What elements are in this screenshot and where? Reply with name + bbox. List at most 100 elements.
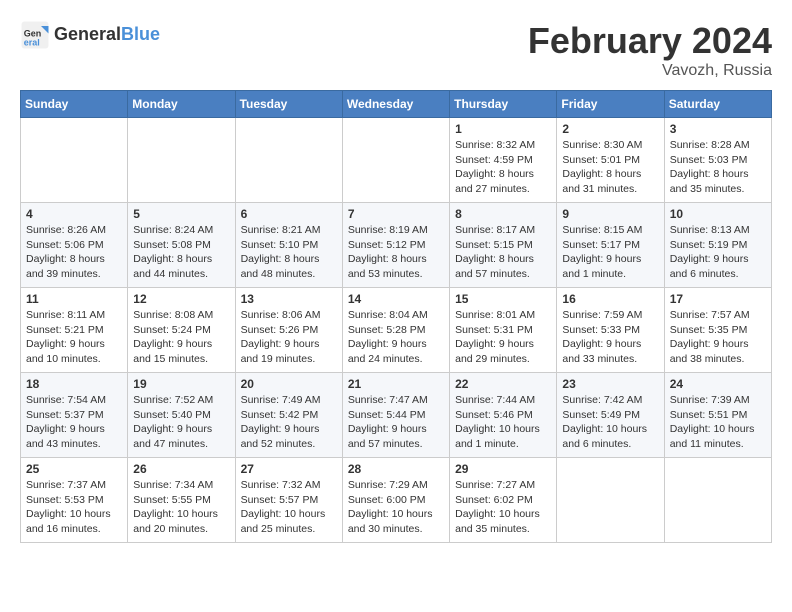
day-number: 6 xyxy=(241,207,337,221)
calendar-cell: 18Sunrise: 7:54 AM Sunset: 5:37 PM Dayli… xyxy=(21,373,128,458)
day-info: Sunrise: 8:11 AM Sunset: 5:21 PM Dayligh… xyxy=(26,308,122,367)
day-number: 29 xyxy=(455,462,551,476)
calendar-cell xyxy=(128,118,235,203)
week-row-5: 25 Sunrise: 7:37 AM Sunset: 5:53 PM Dayli… xyxy=(21,458,772,543)
calendar-table: SundayMondayTuesdayWednesdayThursdayFrid… xyxy=(20,90,772,543)
day-info: Sunrise: 8:01 AM Sunset: 5:31 PM Dayligh… xyxy=(455,308,551,367)
weekday-header-friday: Friday xyxy=(557,91,664,118)
day-number: 15 xyxy=(455,292,551,306)
calendar-cell: 15 Sunrise: 8:01 AM Sunset: 5:31 PM Dayli… xyxy=(450,288,557,373)
day-info: Sunrise: 8:26 AM Sunset: 5:06 PM Dayligh… xyxy=(26,223,122,282)
calendar-cell: 23 Sunrise: 7:42 AM Sunset: 5:49 PM Dayli… xyxy=(557,373,664,458)
calendar-cell: 16 Sunrise: 7:59 AM Sunset: 5:33 PM Dayli… xyxy=(557,288,664,373)
calendar-cell: 7 Sunrise: 8:19 AM Sunset: 5:12 PM Daylig… xyxy=(342,203,449,288)
day-number: 24 xyxy=(670,377,766,391)
calendar-cell: 10 Sunrise: 8:13 AM Sunset: 5:19 PM Dayli… xyxy=(664,203,771,288)
day-number: 21 xyxy=(348,377,444,391)
day-number: 17 xyxy=(670,292,766,306)
day-info: Sunrise: 7:44 AM Sunset: 5:46 PM Dayligh… xyxy=(455,393,551,452)
day-info: Sunrise: 8:19 AM Sunset: 5:12 PM Dayligh… xyxy=(348,223,444,282)
day-info: Sunrise: 8:30 AM Sunset: 5:01 PM Dayligh… xyxy=(562,138,658,197)
logo-text-general: General xyxy=(54,24,121,44)
day-info: Sunrise: 7:49 AM Sunset: 5:42 PM Dayligh… xyxy=(241,393,337,452)
svg-text:eral: eral xyxy=(24,38,40,48)
weekday-header-saturday: Saturday xyxy=(664,91,771,118)
weekday-header-sunday: Sunday xyxy=(21,91,128,118)
day-number: 27 xyxy=(241,462,337,476)
calendar-title: February 2024 xyxy=(528,20,772,62)
day-number: 3 xyxy=(670,122,766,136)
day-number: 4 xyxy=(26,207,122,221)
calendar-cell: 21 Sunrise: 7:47 AM Sunset: 5:44 PM Dayli… xyxy=(342,373,449,458)
day-number: 20 xyxy=(241,377,337,391)
day-number: 19 xyxy=(133,377,229,391)
calendar-subtitle: Vavozh, Russia xyxy=(528,62,772,80)
week-row-3: 11 Sunrise: 8:11 AM Sunset: 5:21 PM Dayli… xyxy=(21,288,772,373)
day-info: Sunrise: 8:13 AM Sunset: 5:19 PM Dayligh… xyxy=(670,223,766,282)
day-number: 2 xyxy=(562,122,658,136)
calendar-cell xyxy=(557,458,664,543)
calendar-cell: 26 Sunrise: 7:34 AM Sunset: 5:55 PM Dayli… xyxy=(128,458,235,543)
calendar-cell xyxy=(664,458,771,543)
day-info: Sunrise: 8:24 AM Sunset: 5:08 PM Dayligh… xyxy=(133,223,229,282)
calendar-cell: 14 Sunrise: 8:04 AM Sunset: 5:28 PM Dayli… xyxy=(342,288,449,373)
day-info: Sunrise: 7:42 AM Sunset: 5:49 PM Dayligh… xyxy=(562,393,658,452)
calendar-cell xyxy=(235,118,342,203)
day-number: 1 xyxy=(455,122,551,136)
logo-text-blue: Blue xyxy=(121,24,160,44)
day-info: Sunrise: 7:34 AM Sunset: 5:55 PM Dayligh… xyxy=(133,478,229,537)
day-number: 25 xyxy=(26,462,122,476)
day-number: 22 xyxy=(455,377,551,391)
calendar-cell: 22 Sunrise: 7:44 AM Sunset: 5:46 PM Dayli… xyxy=(450,373,557,458)
calendar-cell: 1 Sunrise: 8:32 AM Sunset: 4:59 PM Daylig… xyxy=(450,118,557,203)
calendar-cell: 17Sunrise: 7:57 AM Sunset: 5:35 PM Dayli… xyxy=(664,288,771,373)
day-info: Sunrise: 7:47 AM Sunset: 5:44 PM Dayligh… xyxy=(348,393,444,452)
day-info: Sunrise: 7:52 AM Sunset: 5:40 PM Dayligh… xyxy=(133,393,229,452)
week-row-4: 18Sunrise: 7:54 AM Sunset: 5:37 PM Dayli… xyxy=(21,373,772,458)
page-header: Gen eral GeneralBlue February 2024 Vavoz… xyxy=(20,20,772,80)
day-info: Sunrise: 8:04 AM Sunset: 5:28 PM Dayligh… xyxy=(348,308,444,367)
day-number: 11 xyxy=(26,292,122,306)
day-info: Sunrise: 7:29 AM Sunset: 6:00 PM Dayligh… xyxy=(348,478,444,537)
calendar-cell: 2 Sunrise: 8:30 AM Sunset: 5:01 PM Daylig… xyxy=(557,118,664,203)
day-number: 26 xyxy=(133,462,229,476)
day-number: 10 xyxy=(670,207,766,221)
day-info: Sunrise: 8:08 AM Sunset: 5:24 PM Dayligh… xyxy=(133,308,229,367)
weekday-header-monday: Monday xyxy=(128,91,235,118)
calendar-cell: 12 Sunrise: 8:08 AM Sunset: 5:24 PM Dayli… xyxy=(128,288,235,373)
day-number: 9 xyxy=(562,207,658,221)
week-row-2: 4 Sunrise: 8:26 AM Sunset: 5:06 PM Daylig… xyxy=(21,203,772,288)
calendar-cell: 5 Sunrise: 8:24 AM Sunset: 5:08 PM Daylig… xyxy=(128,203,235,288)
day-number: 28 xyxy=(348,462,444,476)
calendar-cell: 25 Sunrise: 7:37 AM Sunset: 5:53 PM Dayli… xyxy=(21,458,128,543)
calendar-cell: 11 Sunrise: 8:11 AM Sunset: 5:21 PM Dayli… xyxy=(21,288,128,373)
calendar-cell: 28 Sunrise: 7:29 AM Sunset: 6:00 PM Dayli… xyxy=(342,458,449,543)
calendar-cell: 24 Sunrise: 7:39 AM Sunset: 5:51 PM Dayli… xyxy=(664,373,771,458)
day-number: 18 xyxy=(26,377,122,391)
day-number: 23 xyxy=(562,377,658,391)
day-info: Sunrise: 8:06 AM Sunset: 5:26 PM Dayligh… xyxy=(241,308,337,367)
day-info: Sunrise: 7:59 AM Sunset: 5:33 PM Dayligh… xyxy=(562,308,658,367)
weekday-header-thursday: Thursday xyxy=(450,91,557,118)
day-info: Sunrise: 8:21 AM Sunset: 5:10 PM Dayligh… xyxy=(241,223,337,282)
day-info: Sunrise: 7:32 AM Sunset: 5:57 PM Dayligh… xyxy=(241,478,337,537)
day-number: 5 xyxy=(133,207,229,221)
day-info: Sunrise: 7:39 AM Sunset: 5:51 PM Dayligh… xyxy=(670,393,766,452)
day-number: 12 xyxy=(133,292,229,306)
logo-icon: Gen eral xyxy=(20,20,50,50)
weekday-header-tuesday: Tuesday xyxy=(235,91,342,118)
calendar-cell: 4 Sunrise: 8:26 AM Sunset: 5:06 PM Daylig… xyxy=(21,203,128,288)
day-number: 7 xyxy=(348,207,444,221)
calendar-cell: 6 Sunrise: 8:21 AM Sunset: 5:10 PM Daylig… xyxy=(235,203,342,288)
day-number: 16 xyxy=(562,292,658,306)
day-info: Sunrise: 7:37 AM Sunset: 5:53 PM Dayligh… xyxy=(26,478,122,537)
weekday-header-row: SundayMondayTuesdayWednesdayThursdayFrid… xyxy=(21,91,772,118)
calendar-cell: 27 Sunrise: 7:32 AM Sunset: 5:57 PM Dayli… xyxy=(235,458,342,543)
day-info: Sunrise: 8:32 AM Sunset: 4:59 PM Dayligh… xyxy=(455,138,551,197)
day-number: 13 xyxy=(241,292,337,306)
calendar-cell: 13 Sunrise: 8:06 AM Sunset: 5:26 PM Dayli… xyxy=(235,288,342,373)
calendar-cell: 29Sunrise: 7:27 AM Sunset: 6:02 PM Dayli… xyxy=(450,458,557,543)
day-number: 14 xyxy=(348,292,444,306)
day-number: 8 xyxy=(455,207,551,221)
day-info: Sunrise: 8:15 AM Sunset: 5:17 PM Dayligh… xyxy=(562,223,658,282)
